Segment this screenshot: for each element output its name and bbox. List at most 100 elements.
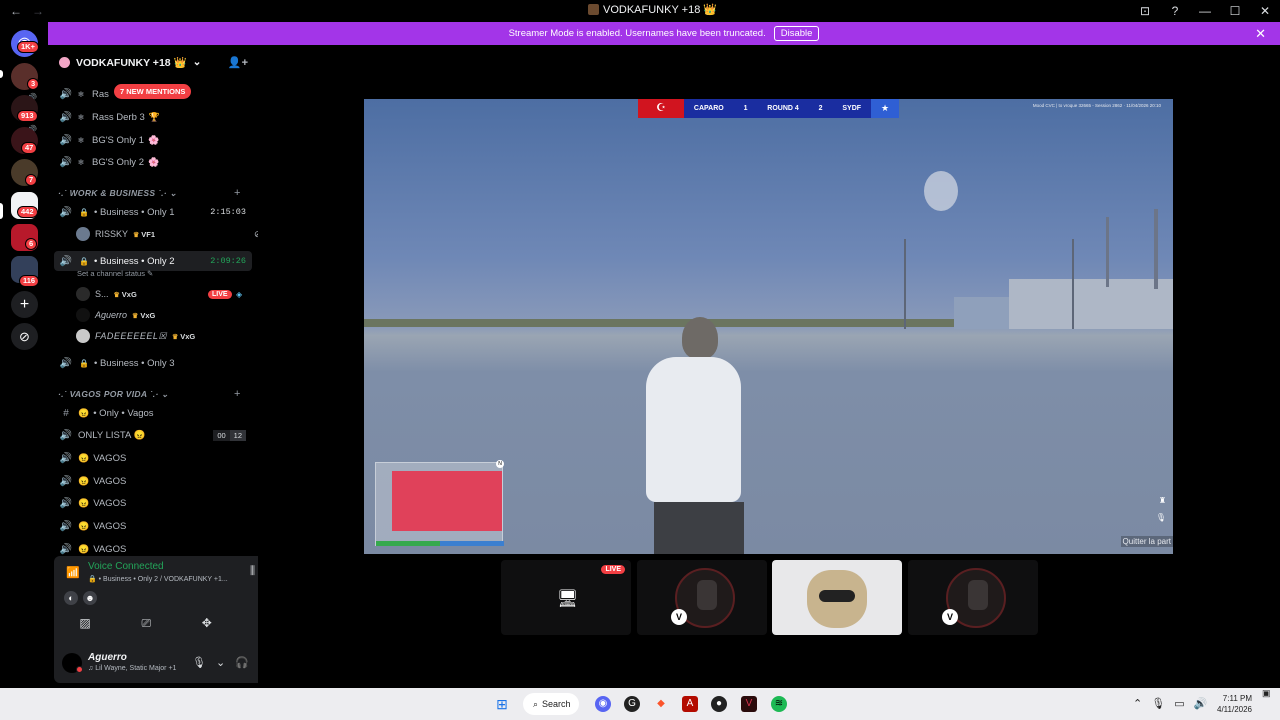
channel-name: • Business • Only 1 <box>94 206 175 218</box>
g-hub-icon[interactable]: G <box>624 696 640 712</box>
voice-channel-business-3[interactable]: 🔊 🔒 • Business • Only 3 <box>54 353 252 373</box>
channel-name: • Business • Only 2 <box>94 255 175 267</box>
speaker-icon: 🔊 <box>59 156 73 168</box>
windows-start-icon[interactable]: ⊞ <box>494 696 510 712</box>
clock-date: 4/11/2026 <box>1217 705 1252 714</box>
brave-icon[interactable]: ◆ <box>653 696 669 712</box>
moon <box>924 171 958 211</box>
back-arrow-icon[interactable]: ← <box>10 4 22 18</box>
voice-channel-only-lista[interactable]: 🔊 ONLY LISTA 😠 00 12 <box>54 425 252 445</box>
lock-icon: 🔒 <box>79 256 89 266</box>
stream-video[interactable]: ☪ CAPARO 1 ROUND 4 2 SYDF ★ Mood CVC | t… <box>364 99 1173 554</box>
speaker-icon: 🔊 <box>59 255 73 267</box>
app-icon[interactable]: ● <box>711 696 727 712</box>
search-label: Search <box>542 699 571 709</box>
new-mentions-pill[interactable]: 7 NEW MENTIONS <box>114 84 192 99</box>
banner-close-icon[interactable]: ✕ <box>1255 26 1266 42</box>
text-channel[interactable]: # 😠 • Only • Vagos <box>54 403 252 423</box>
microphone-icon[interactable]: 🎙 <box>192 656 206 669</box>
user-count: 00 <box>213 429 230 441</box>
category-label: ·.˙ VAGOS POR VIDA ˙.· <box>58 389 159 399</box>
disable-streamer-mode-button[interactable]: Disable <box>773 26 820 41</box>
taskbar-search[interactable]: ⌕ Search <box>523 693 579 715</box>
voice-user[interactable]: Aguerro VxG <box>76 306 155 324</box>
close-button[interactable]: ✕ <box>1250 4 1280 18</box>
voice-channel[interactable]: 🔊 😠 VAGOS <box>54 516 252 536</box>
valorant-icon[interactable]: V <box>741 696 757 712</box>
taskbar-clock[interactable]: 7:11 PM 4/11/2026 <box>1212 693 1252 715</box>
star-icon: ★ <box>871 99 899 118</box>
voice-channel-path[interactable]: 🔒 • Business • Only 2 / VODKAFUNKY +1... <box>88 575 228 583</box>
speaker-icon: 🔊 <box>59 497 73 509</box>
guild-header[interactable]: VODKAFUNKY +18 👑 ⌄ 👤+ <box>48 45 258 79</box>
maximize-button[interactable]: ☐ <box>1220 4 1250 18</box>
voice-panel: 📶 Voice Connected 🔒 • Business • Only 2 … <box>54 556 258 683</box>
avatar <box>76 329 90 343</box>
headphones-icon[interactable]: 🎧 <box>235 656 249 669</box>
health-bar <box>376 541 440 546</box>
radio-tower <box>1106 217 1109 287</box>
speaker-icon: 🔊 <box>59 429 73 441</box>
voice-channel[interactable]: 🔊 😠 VAGOS <box>54 448 252 468</box>
character-head <box>682 317 718 359</box>
voice-channel-business-1[interactable]: 🔊 🔒 • Business • Only 1 2:15:03 <box>54 202 252 222</box>
voice-user[interactable]: RISSKY VF1 ⊘ <box>76 225 258 243</box>
snowflake-icon: ❄ <box>77 157 85 167</box>
avatar[interactable]: ◐ <box>64 591 78 605</box>
channel-name: BG'S Only 1 <box>92 134 144 146</box>
voice-channel[interactable]: 🔊 ❄ BG'S Only 1 🌸 <box>54 130 252 150</box>
voice-status[interactable]: Voice Connected <box>88 561 164 572</box>
participant-tile[interactable]: V <box>908 560 1038 635</box>
inbox-icon[interactable]: ⊡ <box>1130 4 1160 18</box>
speaker-icon: 🔊 <box>59 88 73 100</box>
snowflake-icon: ❄ <box>77 112 85 122</box>
snowflake-icon: ❄ <box>77 89 85 99</box>
participant-tile-active[interactable] <box>772 560 902 635</box>
score-a: 1 <box>743 105 748 112</box>
banner-message: Streamer Mode is enabled. Usernames have… <box>508 28 766 39</box>
voice-channel-business-2[interactable]: 🔊 🔒 • Business • Only 2 2:09:26 <box>54 251 252 271</box>
voice-channel[interactable]: 🔊 ❄ BG'S Only 2 🌸 <box>54 152 252 172</box>
notification-icon[interactable]: ▣ <box>1262 688 1271 699</box>
explore-icon[interactable]: ⊘ <box>11 323 38 350</box>
noise-suppression-icon[interactable]: ⫼ <box>250 565 255 578</box>
category-label: ·.˙ WORK & BUSINESS ˙.· <box>58 188 167 198</box>
microphone-icon[interactable]: 🎙 <box>1151 697 1165 710</box>
avatar[interactable]: ☻ <box>83 591 97 605</box>
minimize-button[interactable]: — <box>1190 4 1220 18</box>
voice-user[interactable]: S... VxG LIVE ◈ <box>76 285 242 303</box>
chevron-up-icon[interactable]: ⌃ <box>1133 697 1142 710</box>
participant-tile[interactable]: V <box>637 560 767 635</box>
share-screen-icon[interactable]: ⎚ <box>141 616 151 631</box>
channel-name: ONLY LISTA 😠 <box>78 429 146 441</box>
category-work-business[interactable]: ·.˙ WORK & BUSINESS ˙.· ⌄ + <box>58 187 240 199</box>
voice-user[interactable]: FADEEEEEEL☒ VxG <box>76 327 195 345</box>
live-badge: LIVE <box>601 565 625 574</box>
camera-off-icon[interactable]: ▨ <box>79 616 90 631</box>
activities-icon[interactable]: ✥ <box>202 616 212 631</box>
acrobat-icon[interactable]: A <box>682 696 698 712</box>
add-server-icon[interactable]: + <box>11 291 38 318</box>
user-name[interactable]: Aguerro <box>88 652 127 663</box>
invite-people-icon[interactable]: 👤+ <box>228 56 248 69</box>
signal-icon[interactable]: 📶 <box>66 566 80 579</box>
server-badge: 442 <box>17 206 38 218</box>
category-vagos[interactable]: ·.˙ VAGOS POR VIDA ˙.· ⌄ + <box>58 388 240 400</box>
voice-channel[interactable]: 🔊 ❄ Rass Derb 3 🏆 <box>54 107 252 127</box>
set-channel-status[interactable]: Set a channel status ✎ <box>77 269 153 278</box>
discord-taskbar-icon[interactable]: ◉ <box>595 696 611 712</box>
participant-tile-screen[interactable]: LIVE 🖥 <box>501 560 631 635</box>
network-icon[interactable]: ▭ <box>1174 697 1184 710</box>
help-icon[interactable]: ? <box>1160 4 1190 18</box>
voice-channel[interactable]: 🔊 😠 VAGOS <box>54 493 252 513</box>
voice-channel[interactable]: 🔊 😠 VAGOS <box>54 471 252 491</box>
lock-icon: 🔒 <box>79 358 89 368</box>
forward-arrow-icon[interactable]: → <box>32 4 44 18</box>
minimap-zone <box>392 471 502 531</box>
minimap: N <box>375 460 504 546</box>
create-channel-icon[interactable]: + <box>234 388 241 400</box>
spotify-icon[interactable]: ≋ <box>771 696 787 712</box>
create-channel-icon[interactable]: + <box>234 187 241 199</box>
volume-icon[interactable]: 🔊 <box>1194 697 1208 710</box>
chevron-down-icon[interactable]: ⌄ <box>216 656 225 669</box>
